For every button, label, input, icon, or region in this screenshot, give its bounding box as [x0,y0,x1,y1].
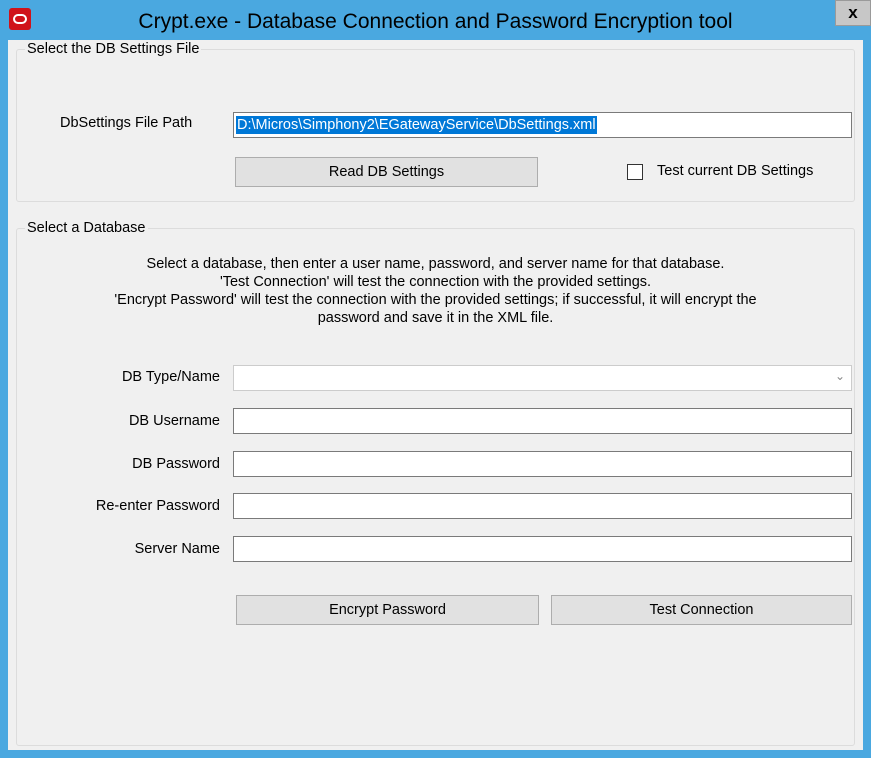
encrypt-password-button[interactable]: Encrypt Password [236,595,539,625]
path-label: DbSettings File Path [60,115,193,131]
read-db-settings-button[interactable]: Read DB Settings [235,157,538,187]
db-type-label: DB Type/Name [121,369,220,385]
username-label: DB Username [128,413,220,429]
description-line-3: 'Encrypt Password' will test the connect… [114,292,757,308]
password-input[interactable] [233,451,852,477]
description-line-2: 'Test Connection' will test the connecti… [219,274,652,290]
window-title: Crypt.exe - Database Connection and Pass… [138,10,733,33]
settings-path-value: D:\Micros\Simphony2\EGatewayService\DbSe… [236,116,597,134]
settings-group-legend: Select the DB Settings File [25,41,202,57]
close-button[interactable]: x [835,0,871,26]
password-label: DB Password [132,456,220,472]
test-connection-button[interactable]: Test Connection [551,595,852,625]
test-current-settings-checkbox[interactable] [627,164,643,180]
username-input[interactable] [233,408,852,434]
chevron-down-icon: ⌄ [834,369,845,383]
reenter-password-label: Re-enter Password [95,498,220,514]
description-line-4: password and save it in the XML file. [317,310,554,326]
server-name-label: Server Name [134,541,220,557]
test-current-settings-label: Test current DB Settings [657,163,814,179]
client-area: Select the DB Settings File DbSettings F… [8,40,863,750]
db-type-select[interactable]: ⌄ [233,365,852,391]
description-line-1: Select a database, then enter a user nam… [146,256,725,272]
app-window: Crypt.exe - Database Connection and Pass… [0,0,871,758]
reenter-password-input[interactable] [233,493,852,519]
title-bar[interactable]: Crypt.exe - Database Connection and Pass… [0,0,871,40]
server-name-input[interactable] [233,536,852,562]
database-group-legend: Select a Database [25,220,148,236]
settings-path-input[interactable]: D:\Micros\Simphony2\EGatewayService\DbSe… [233,112,852,138]
